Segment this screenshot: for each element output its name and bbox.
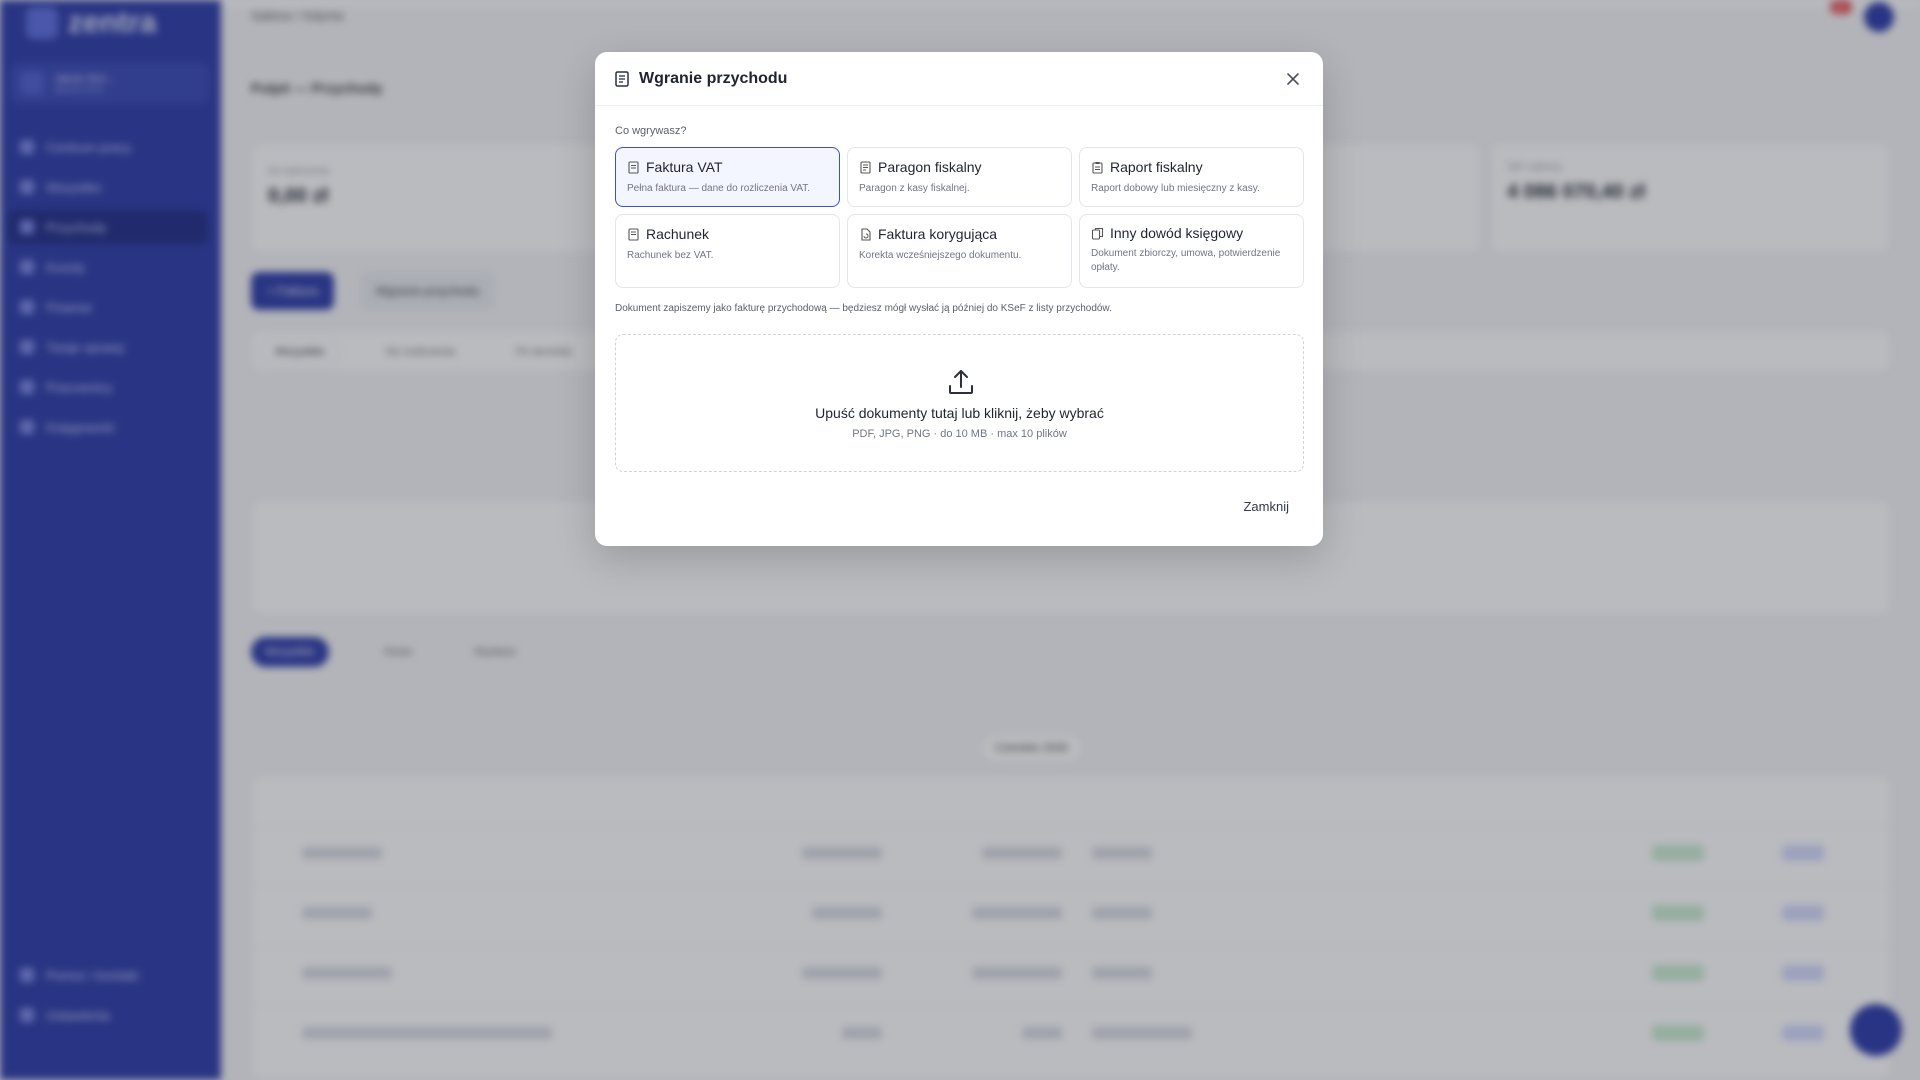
option-desc: Paragon z kasy fiskalnej. xyxy=(859,183,970,194)
dialog-header: Wgranie przychodu xyxy=(595,52,1323,106)
option-desc: Rachunek bez VAT. xyxy=(627,250,714,261)
document-icon xyxy=(615,70,629,87)
invoice-icon xyxy=(628,160,639,174)
option-desc: Raport dobowy lub miesięczny z kasy. xyxy=(1091,183,1260,194)
dropzone-title: Upuść dokumenty tutaj lub kliknij, żeby … xyxy=(815,405,1104,421)
question-label: Co wgrywasz? xyxy=(615,125,687,137)
upload-icon xyxy=(949,370,973,394)
option-title: Faktura VAT xyxy=(646,159,723,175)
clipboard-icon xyxy=(1092,161,1103,174)
option-desc: Dokument zbiorczy, umowa, potwierdzenie … xyxy=(1091,248,1281,273)
info-note: Dokument zapiszemy jako fakturę przychod… xyxy=(615,303,1112,314)
dropzone-hint: PDF, JPG, PNG · do 10 MB · max 10 plików xyxy=(852,428,1067,440)
option-title: Faktura korygująca xyxy=(878,226,998,242)
file-dropzone[interactable]: Upuść dokumenty tutaj lub kliknij, żeby … xyxy=(615,334,1304,472)
option-faktura-korygujaca[interactable]: Faktura korygująca Korekta wcześniejszeg… xyxy=(847,214,1072,288)
option-title: Inny dowód księgowy xyxy=(1110,225,1244,241)
bill-icon xyxy=(628,227,639,241)
receipt-icon xyxy=(860,160,871,174)
option-title: Rachunek xyxy=(646,226,710,242)
close-icon xyxy=(1287,73,1299,85)
upload-income-dialog: Wgranie przychodu Co wgrywasz? Faktura V… xyxy=(595,52,1323,546)
option-title: Raport fiskalny xyxy=(1110,159,1203,175)
close-button[interactable] xyxy=(1281,67,1305,91)
option-paragon-fiskalny[interactable]: Paragon fiskalny Paragon z kasy fiskalne… xyxy=(847,147,1072,207)
close-text-button[interactable]: Zamknij xyxy=(1243,499,1289,514)
option-desc: Korekta wcześniejszego dokumentu. xyxy=(859,250,1022,261)
dialog-title: Wgranie przychodu xyxy=(639,69,788,87)
option-desc: Pełna faktura — dane do rozliczenia VAT. xyxy=(627,183,811,194)
option-rachunek[interactable]: Rachunek Rachunek bez VAT. xyxy=(615,214,840,288)
option-faktura-vat[interactable]: Faktura VAT Pełna faktura — dane do rozl… xyxy=(615,147,840,207)
option-inny-dowod[interactable]: Inny dowód księgowy Dokument zbiorczy, u… xyxy=(1079,214,1304,288)
option-title: Paragon fiskalny xyxy=(878,159,982,175)
copy-documents-icon xyxy=(1091,227,1104,240)
correction-icon xyxy=(861,227,871,241)
option-raport-fiskalny[interactable]: Raport fiskalny Raport dobowy lub miesię… xyxy=(1079,147,1304,207)
